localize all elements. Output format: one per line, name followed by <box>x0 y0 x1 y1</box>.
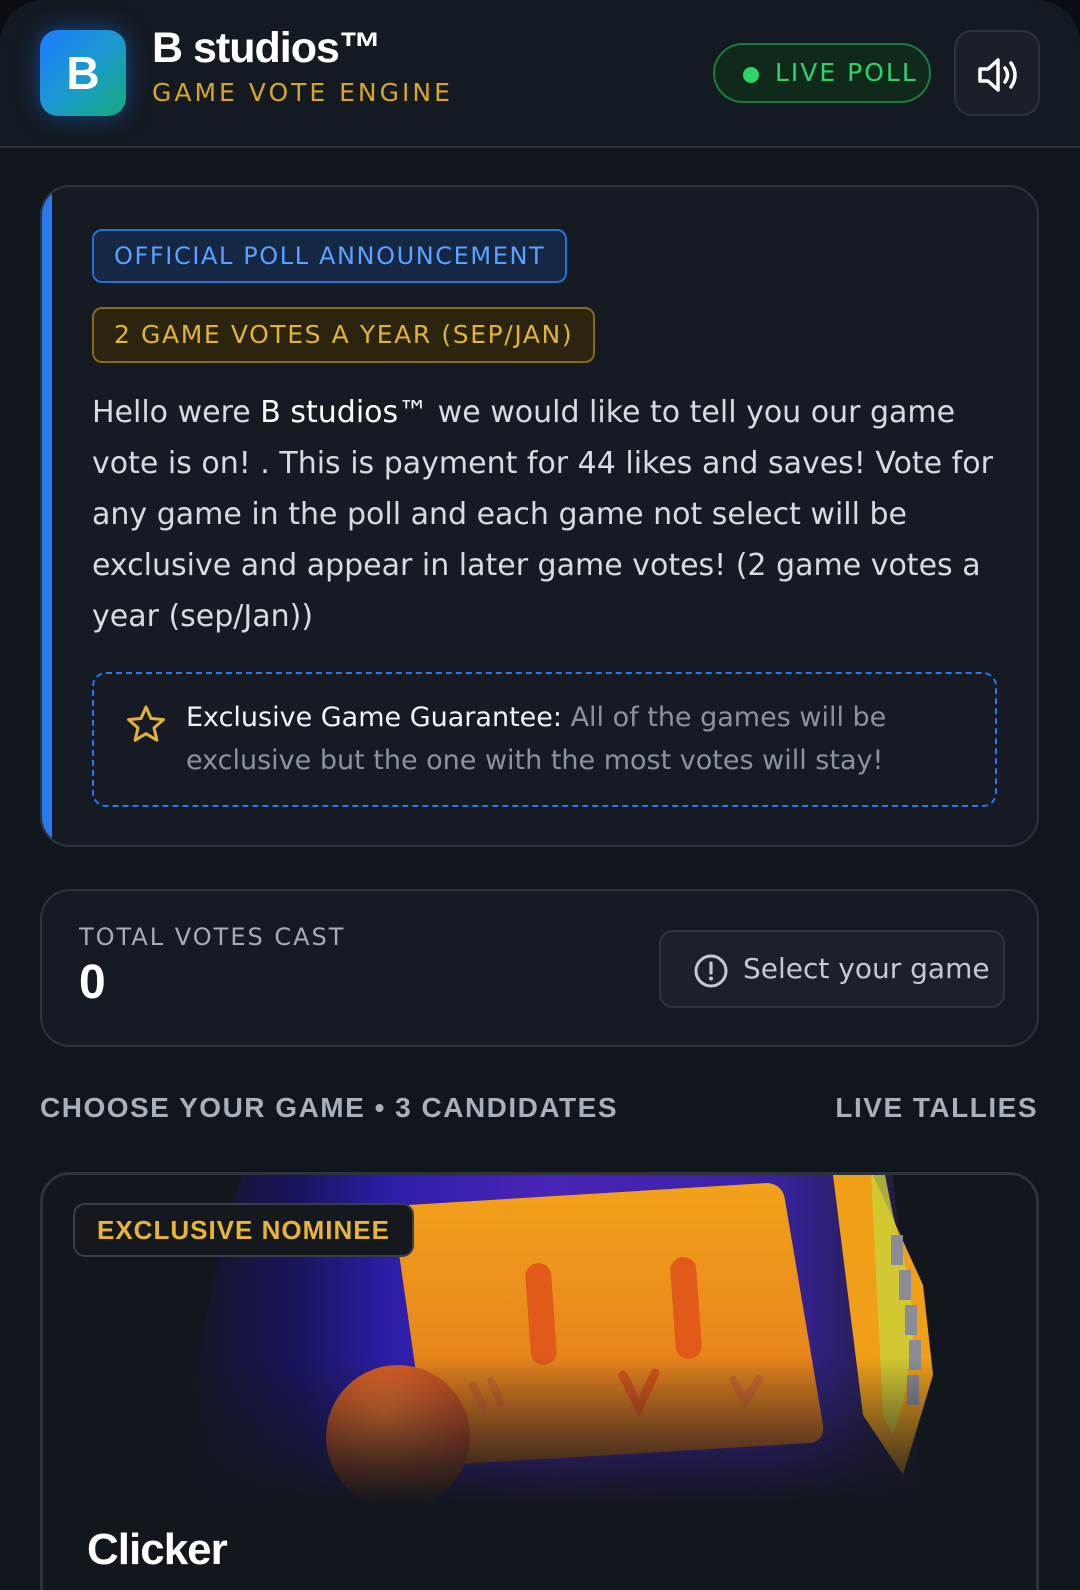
header: B B studios™ GAME VOTE ENGINE LIVE POLL <box>0 0 1080 148</box>
guarantee-box: Exclusive Game Guarantee: All of the gam… <box>92 672 997 807</box>
game-title: Clicker <box>87 1525 228 1574</box>
exclusive-nominee-badge: EXCLUSIVE NOMINEE <box>73 1203 414 1257</box>
total-votes-label: TOTAL VOTES CAST <box>79 923 346 951</box>
sound-toggle-button[interactable] <box>954 30 1040 116</box>
select-game-label: Select your game <box>743 952 990 985</box>
guarantee-text: Exclusive Game Guarantee: All of the gam… <box>186 696 966 782</box>
official-poll-tag: OFFICIAL POLL ANNOUNCEMENT <box>92 229 568 283</box>
announcement-body-rest: we would like to tell you our game vote … <box>92 395 993 634</box>
guarantee-label: Exclusive Game Guarantee: <box>186 702 562 733</box>
star-icon <box>127 705 165 742</box>
live-tallies-heading: LIVE TALLIES <box>835 1092 1038 1123</box>
live-poll-badge: LIVE POLL <box>713 43 931 103</box>
total-votes-card: TOTAL VOTES CAST 0 Select your game <box>40 889 1039 1047</box>
select-game-button[interactable]: Select your game <box>659 930 1005 1008</box>
speaker-icon <box>978 58 1017 92</box>
brand-subtitle: GAME VOTE ENGINE <box>152 78 453 107</box>
announcement-body: Hello were B studios™ we would like to t… <box>92 387 1002 642</box>
votes-per-year-tag: 2 GAME VOTES A YEAR (SEP/JAN) <box>92 307 596 363</box>
brand-logo: B <box>40 30 126 116</box>
announcement-body-intro: Hello were <box>92 395 261 430</box>
game-card[interactable]: EXCLUSIVE NOMINEE Clicker <box>40 1172 1039 1590</box>
announcement-accent-bar <box>42 187 52 845</box>
live-dot-icon <box>743 67 759 83</box>
candidates-heading: CHOOSE YOUR GAME • 3 CANDIDATES <box>40 1092 618 1123</box>
announcement-body-brand: B studios™ <box>260 395 429 430</box>
announcement-card: OFFICIAL POLL ANNOUNCEMENT 2 GAME VOTES … <box>40 185 1039 847</box>
live-poll-label: LIVE POLL <box>775 58 918 87</box>
brand-title: B studios™ <box>152 24 382 72</box>
app-root: B B studios™ GAME VOTE ENGINE LIVE POLL … <box>0 0 1080 1590</box>
total-votes-value: 0 <box>79 956 106 1009</box>
alert-circle-icon <box>694 954 728 988</box>
